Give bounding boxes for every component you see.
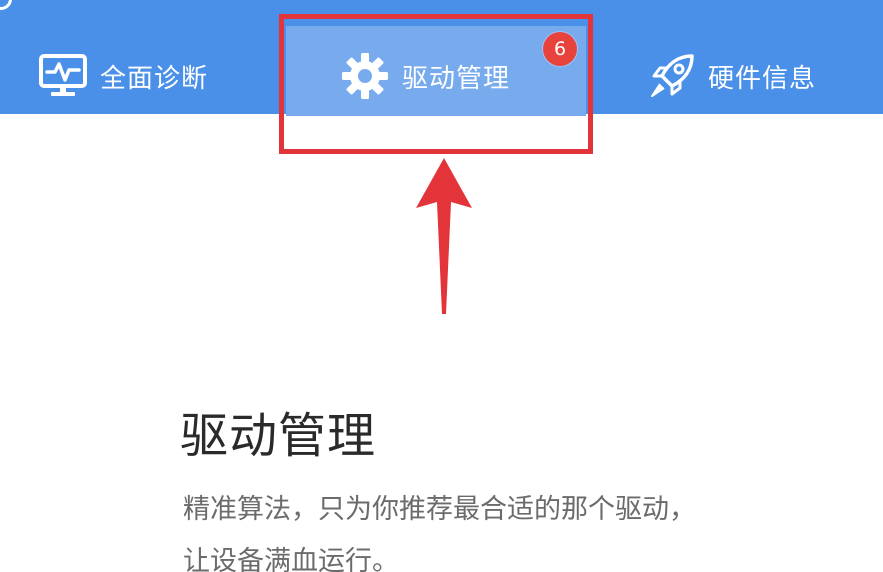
rocket-icon <box>648 52 696 100</box>
feature-description: 精准算法，只为你推荐最合适的那个驱动， 让设备满血运行。 <box>183 484 823 572</box>
tab-label: 全面诊断 <box>100 63 209 94</box>
annotation-arrow-icon <box>416 158 472 314</box>
tab-label: 硬件信息 <box>708 63 817 94</box>
feature-title: 驱动管理 <box>180 408 377 464</box>
tab-diagnose[interactable]: 全面诊断 <box>38 40 208 112</box>
app-logo-icon <box>0 0 12 10</box>
feature-description-line: 精准算法，只为你推荐最合适的那个驱动， <box>183 494 696 525</box>
app-window: 全面诊断 驱动管理 6 硬件信息 驱动管理 精准算法，只为你推荐最合适的那个驱动… <box>0 0 883 572</box>
feature-description-line: 让设备满血运行。 <box>183 546 399 572</box>
annotation-highlight-box <box>279 14 593 154</box>
monitor-pulse-icon <box>38 52 88 100</box>
tab-hardware[interactable]: 硬件信息 <box>648 40 816 112</box>
